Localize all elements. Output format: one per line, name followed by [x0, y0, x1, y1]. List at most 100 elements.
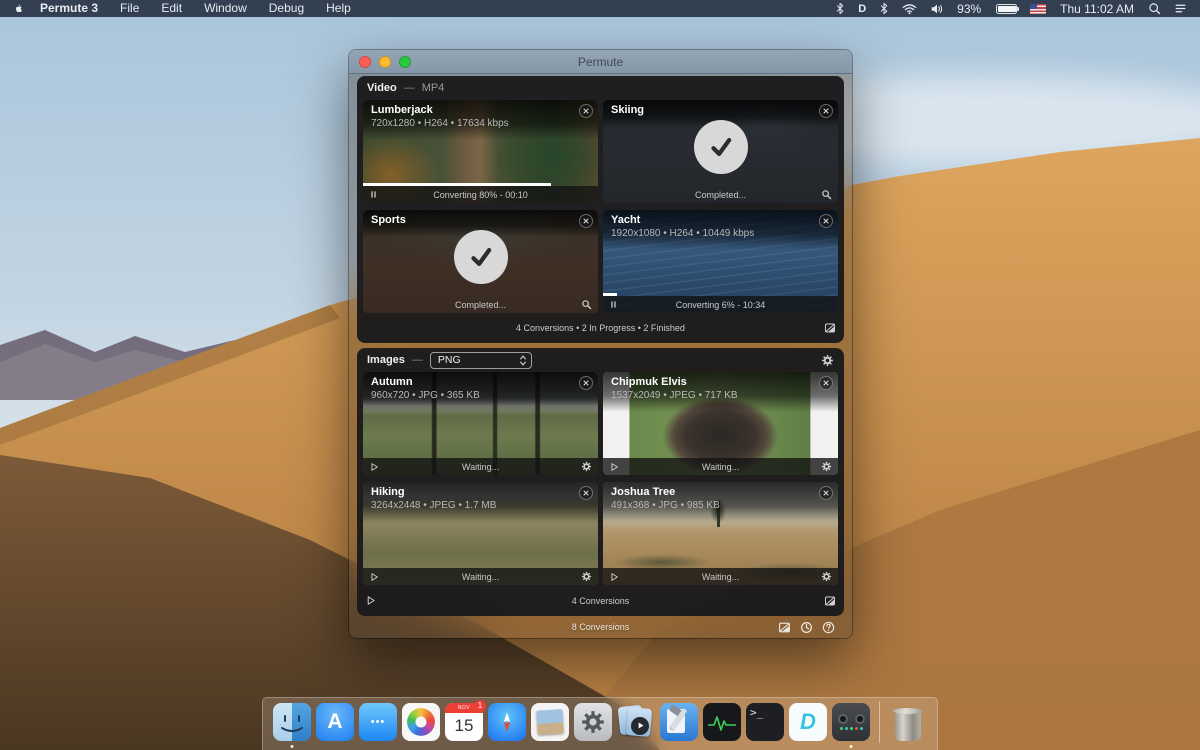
image-cell-joshua-tree[interactable]: Joshua Tree 491x368 • JPG • 985 KB Waiti… — [603, 482, 838, 585]
dock-calendar-icon[interactable]: NOV 15 1 — [445, 703, 483, 741]
preview-panel-icon[interactable] — [778, 621, 791, 634]
total-conversions: 8 Conversions — [367, 622, 834, 632]
gear-icon[interactable] — [814, 461, 832, 472]
close-icon[interactable] — [819, 376, 833, 390]
dock-appstore-icon[interactable]: A — [316, 703, 354, 741]
gear-icon[interactable] — [574, 461, 592, 472]
images-section-footer: 4 Conversions — [357, 585, 844, 616]
video-cell-lumberjack[interactable]: Lumberjack 720x1280 • H264 • 17634 kbps … — [363, 100, 598, 203]
running-indicator — [291, 745, 294, 748]
dock-terminal-icon[interactable]: >_ — [746, 703, 784, 741]
input-source-flag-icon[interactable] — [1027, 4, 1049, 14]
cell-meta: 720x1280 • H264 • 17634 kbps — [371, 117, 590, 130]
close-icon[interactable] — [579, 486, 593, 500]
wifi-icon[interactable] — [899, 3, 920, 15]
image-cell-autumn[interactable]: Autumn 960x720 • JPG • 365 KB Waiting... — [363, 372, 598, 475]
dock-permute-icon[interactable] — [832, 703, 870, 741]
magnifier-icon[interactable] — [814, 189, 832, 200]
dock-finder-icon[interactable] — [273, 703, 311, 741]
spotlight-icon[interactable] — [1145, 2, 1164, 15]
start-images-play-icon[interactable] — [365, 595, 385, 606]
menu-debug[interactable]: Debug — [258, 0, 315, 17]
close-icon[interactable] — [819, 214, 833, 228]
cell-meta: 1920x1080 • H264 • 10449 kbps — [611, 227, 830, 240]
apple-menu[interactable] — [12, 1, 25, 16]
video-section-footer: 4 Conversions • 2 In Progress • 2 Finish… — [357, 313, 844, 343]
dock-safari-icon[interactable] — [488, 703, 526, 741]
video-cell-skiing[interactable]: Skiing Completed... — [603, 100, 838, 203]
play-icon[interactable] — [609, 462, 627, 472]
menu-window[interactable]: Window — [193, 0, 258, 17]
video-cell-sports[interactable]: Sports Completed... — [363, 210, 598, 313]
cell-status: Completed... — [387, 300, 574, 310]
gear-icon[interactable] — [574, 571, 592, 582]
cell-meta: 960x720 • JPG • 365 KB — [371, 389, 590, 402]
pause-icon[interactable] — [369, 190, 387, 199]
dock-xcode-icon[interactable] — [660, 703, 698, 741]
dock-activity-monitor-icon[interactable] — [703, 703, 741, 741]
cell-meta: 3264x2448 • JPEG • 1.7 MB — [371, 499, 590, 512]
dock-downie-icon[interactable]: D — [789, 703, 827, 741]
dock-media-app-icon[interactable] — [617, 703, 655, 741]
close-icon[interactable] — [819, 104, 833, 118]
completed-check-icon — [454, 230, 508, 284]
bluetooth-alt-icon[interactable] — [832, 2, 848, 15]
images-section: Images — PNG Autumn 960x720 • JPG • 36 — [357, 348, 844, 616]
running-indicator — [850, 745, 853, 748]
completed-check-icon — [694, 120, 748, 174]
notification-center-icon[interactable] — [1171, 2, 1190, 15]
pause-icon[interactable] — [609, 300, 627, 309]
menu-app-name[interactable]: Permute 3 — [29, 0, 109, 17]
video-cell-yacht[interactable]: Yacht 1920x1080 • H264 • 10449 kbps Conv… — [603, 210, 838, 313]
menu-bar: Permute 3 File Edit Window Debug Help D … — [0, 0, 1200, 17]
preview-panel-icon[interactable] — [816, 322, 836, 334]
images-settings-gear-icon[interactable] — [821, 354, 834, 367]
cell-status: Waiting... — [387, 572, 574, 582]
d-status-icon[interactable]: D — [855, 3, 869, 15]
close-icon[interactable] — [819, 486, 833, 500]
video-section: Video — MP4 Lumberjack 720x1280 • H264 •… — [357, 76, 844, 343]
separator: — — [412, 354, 423, 366]
menu-edit[interactable]: Edit — [150, 0, 193, 17]
gear-icon[interactable] — [814, 571, 832, 582]
chevron-up-down-icon — [519, 354, 527, 367]
preview-panel-icon[interactable] — [816, 595, 836, 607]
image-format-select[interactable]: PNG — [430, 352, 532, 369]
cell-title: Sports — [371, 214, 590, 227]
dock-messages-icon[interactable]: ••• — [359, 703, 397, 741]
magnifier-icon[interactable] — [574, 299, 592, 310]
cell-status: Completed... — [627, 190, 814, 200]
bluetooth-icon[interactable] — [876, 2, 892, 15]
menu-help[interactable]: Help — [315, 0, 362, 17]
dock-photos-icon[interactable] — [402, 703, 440, 741]
close-icon[interactable] — [579, 104, 593, 118]
dock-system-preferences-icon[interactable] — [574, 703, 612, 741]
play-icon[interactable] — [369, 572, 387, 582]
image-cell-hiking[interactable]: Hiking 3264x2448 • JPEG • 1.7 MB Waiting… — [363, 482, 598, 585]
video-format-label: MP4 — [422, 82, 445, 94]
battery-icon[interactable] — [991, 4, 1020, 14]
menu-clock[interactable]: Thu 11:02 AM — [1056, 2, 1138, 16]
dock-separator — [879, 701, 880, 743]
cell-status: Waiting... — [627, 462, 814, 472]
calendar-day: 15 — [445, 713, 483, 739]
close-icon[interactable] — [579, 376, 593, 390]
dock-trash-icon[interactable] — [889, 703, 927, 741]
cell-title: Chipmuk Elvis — [611, 376, 830, 389]
image-cell-chipmuk-elvis[interactable]: Chipmuk Elvis 1537x2049 • JPEG • 717 KB … — [603, 372, 838, 475]
cell-title: Autumn — [371, 376, 590, 389]
title-bar[interactable]: Permute — [349, 50, 852, 74]
cell-title: Lumberjack — [371, 104, 590, 117]
volume-icon[interactable] — [927, 3, 947, 15]
dock-preview-icon[interactable] — [531, 703, 569, 741]
play-icon[interactable] — [609, 572, 627, 582]
close-icon[interactable] — [579, 214, 593, 228]
cell-status: Converting 6% - 10:34 — [627, 300, 814, 310]
play-icon[interactable] — [369, 462, 387, 472]
cell-title: Hiking — [371, 486, 590, 499]
menu-file[interactable]: File — [109, 0, 150, 17]
history-clock-icon[interactable] — [800, 621, 813, 634]
help-icon[interactable] — [822, 621, 835, 634]
window-status-bar: 8 Conversions — [357, 616, 844, 638]
cell-title: Joshua Tree — [611, 486, 830, 499]
